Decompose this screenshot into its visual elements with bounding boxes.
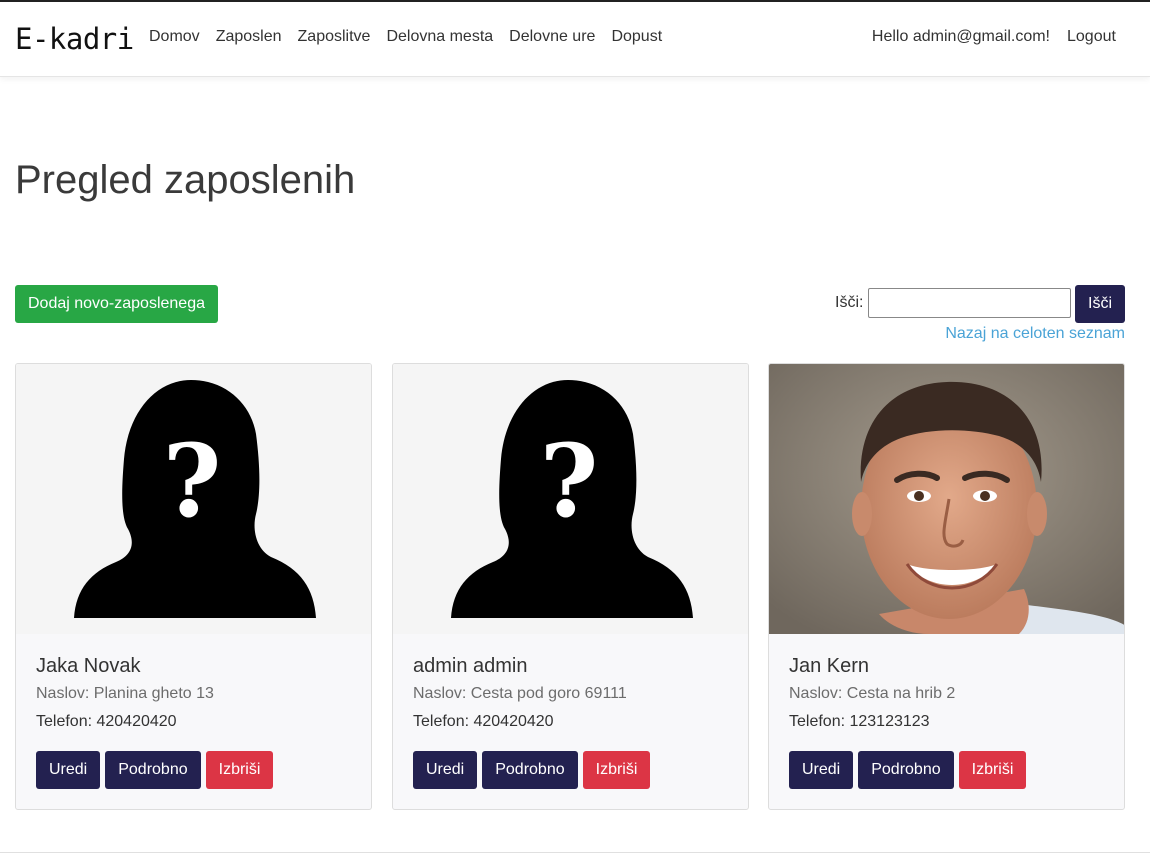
details-button[interactable]: Podrobno — [105, 751, 201, 789]
employee-address: Naslov: Cesta pod goro 69111 — [413, 685, 627, 702]
svg-text:?: ? — [163, 422, 222, 540]
navbar: E-kadri Domov Zaposlen Zaposlitve Delovn… — [0, 2, 1150, 77]
employee-name: Jan Kern — [789, 655, 870, 677]
portrait-photo — [769, 364, 1124, 634]
search-label: Išči: — [835, 294, 864, 311]
employee-phone: Telefon: 420420420 — [413, 713, 554, 730]
nav-link-dopust[interactable]: Dopust — [611, 28, 662, 46]
back-to-full-list-link[interactable]: Nazaj na celoten seznam — [945, 325, 1125, 343]
placeholder-silhouette-icon: ? — [16, 364, 371, 634]
card-actions: Uredi Podrobno Izbriši — [36, 751, 274, 789]
user-greeting: Hello admin@gmail.com! — [871, 28, 1050, 45]
nav-links: Domov Zaposlen Zaposlitve Delovna mesta … — [149, 28, 678, 46]
search-button[interactable]: Išči — [1075, 285, 1125, 323]
details-button[interactable]: Podrobno — [482, 751, 578, 789]
svg-text:?: ? — [540, 422, 599, 540]
edit-button[interactable]: Uredi — [413, 751, 478, 789]
details-button[interactable]: Podrobno — [858, 751, 954, 789]
delete-button[interactable]: Izbriši — [958, 751, 1027, 789]
employee-card: Jan Kern Naslov: Cesta na hrib 2 Telefon… — [768, 363, 1125, 810]
nav-link-zaposlen[interactable]: Zaposlen — [216, 28, 282, 46]
nav-link-domov[interactable]: Domov — [149, 28, 200, 46]
delete-button[interactable]: Izbriši — [205, 751, 274, 789]
card-actions: Uredi Podrobno Izbriši — [413, 751, 651, 789]
add-employee-button[interactable]: Dodaj novo-zaposlenega — [15, 285, 218, 323]
employee-card: ? Jaka Novak Naslov: Planina gheto 13 Te… — [15, 363, 372, 810]
nav-link-delovna-mesta[interactable]: Delovna mesta — [386, 28, 493, 46]
edit-button[interactable]: Uredi — [789, 751, 854, 789]
employee-address: Naslov: Cesta na hrib 2 — [789, 685, 956, 702]
page-title: Pregled zaposlenih — [15, 158, 356, 202]
placeholder-silhouette-icon: ? — [393, 364, 748, 634]
employee-address: Naslov: Planina gheto 13 — [36, 685, 214, 702]
brand-logo[interactable]: E-kadri — [15, 22, 134, 56]
edit-button[interactable]: Uredi — [36, 751, 101, 789]
nav-link-zaposlitve[interactable]: Zaposlitve — [298, 28, 371, 46]
search-input[interactable] — [868, 288, 1071, 318]
delete-button[interactable]: Izbriši — [582, 751, 651, 789]
footer-divider — [0, 852, 1150, 853]
employee-phone: Telefon: 420420420 — [36, 713, 177, 730]
employee-name: Jaka Novak — [36, 655, 141, 677]
nav-link-delovne-ure[interactable]: Delovne ure — [509, 28, 595, 46]
employee-name: admin admin — [413, 655, 528, 677]
logout-link[interactable]: Logout — [1067, 28, 1116, 46]
card-actions: Uredi Podrobno Izbriši — [789, 751, 1027, 789]
employee-card: ? admin admin Naslov: Cesta pod goro 691… — [392, 363, 749, 810]
employee-phone: Telefon: 123123123 — [789, 713, 930, 730]
